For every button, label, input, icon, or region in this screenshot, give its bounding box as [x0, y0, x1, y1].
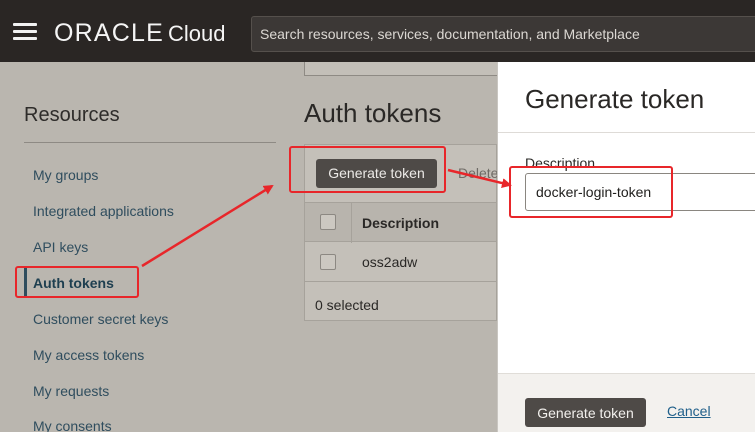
top-navigation-bar: ORACLE Cloud — [0, 0, 755, 62]
active-indicator — [24, 268, 27, 296]
resources-divider — [24, 142, 276, 143]
description-label: Description — [525, 155, 596, 171]
column-header-description[interactable]: Description — [362, 215, 439, 231]
brand-cloud-text: Cloud — [168, 21, 226, 46]
sidebar-item-my-access-tokens[interactable]: My access tokens — [33, 347, 144, 363]
brand-oracle-text: ORACLE — [54, 19, 165, 47]
sidebar-item-my-groups[interactable]: My groups — [33, 167, 98, 183]
resources-heading: Resources — [24, 104, 120, 126]
panel-divider — [498, 132, 755, 133]
hamburger-menu-icon[interactable] — [13, 23, 39, 41]
row-description: oss2adw — [362, 254, 418, 270]
search-input[interactable] — [252, 17, 755, 51]
selected-count: 0 selected — [315, 297, 379, 313]
row-checkbox[interactable] — [320, 254, 336, 270]
global-search-box[interactable] — [251, 16, 755, 52]
generate-token-button[interactable]: Generate token — [316, 159, 437, 188]
panel-title: Generate token — [525, 84, 705, 114]
sidebar-item-auth-tokens[interactable]: Auth tokens — [33, 275, 114, 291]
delete-button[interactable]: Delete — [458, 159, 498, 188]
column-separator — [351, 203, 352, 243]
panel-footer: Generate token Cancel — [498, 373, 755, 432]
panel-generate-token-button[interactable]: Generate token — [525, 398, 646, 427]
page-background: Resources My groups Integrated applicati… — [0, 62, 498, 432]
sidebar-item-my-requests[interactable]: My requests — [33, 383, 109, 399]
select-all-checkbox[interactable] — [320, 214, 336, 230]
table-header: Description — [305, 202, 496, 243]
sidebar-item-integrated-applications[interactable]: Integrated applications — [33, 203, 174, 219]
oracle-cloud-logo[interactable]: ORACLE Cloud — [54, 19, 226, 47]
description-input[interactable] — [525, 173, 755, 211]
previous-panel-edge — [304, 62, 497, 76]
sidebar-item-customer-secret-keys[interactable]: Customer secret keys — [33, 311, 168, 327]
page-title: Auth tokens — [304, 98, 442, 128]
generate-token-panel: Generate token Description Generate toke… — [497, 62, 755, 432]
cancel-link[interactable]: Cancel — [667, 403, 711, 419]
table-row: oss2adw — [305, 242, 496, 282]
auth-tokens-table-card: Generate token Delete Description oss2ad… — [304, 144, 498, 321]
sidebar-item-my-consents[interactable]: My consents — [33, 418, 112, 432]
sidebar-item-api-keys[interactable]: API keys — [33, 239, 88, 255]
